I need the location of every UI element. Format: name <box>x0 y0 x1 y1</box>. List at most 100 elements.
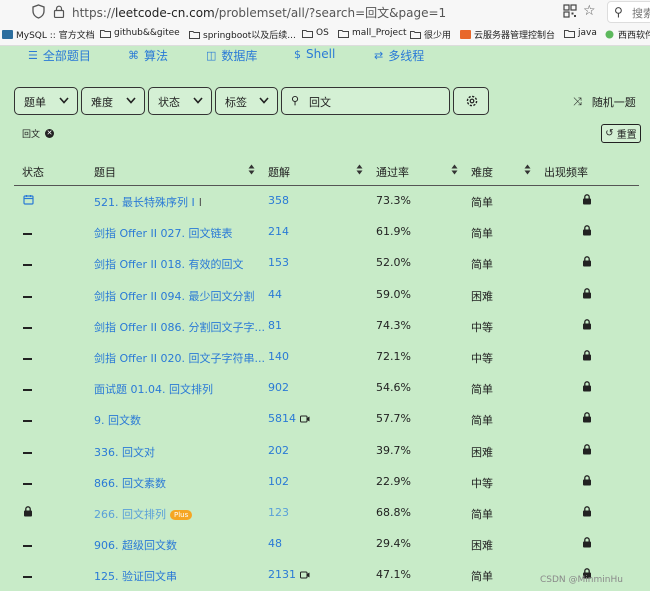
problem-title-link[interactable]: 剑指 Offer II 086. 分割回文子字... <box>94 319 265 335</box>
frequency-lock-icon[interactable] <box>582 256 592 270</box>
table-row[interactable]: 866. 回文素数 102 22.9% 中等 <box>0 467 650 498</box>
solutions-link[interactable]: 202 <box>268 444 289 457</box>
solutions-link[interactable]: 5814 <box>268 412 310 425</box>
frequency-lock-icon[interactable] <box>582 474 592 489</box>
bookmark-mall-project[interactable]: mall_Project <box>338 28 407 38</box>
bookmark-os[interactable]: OS <box>302 28 329 38</box>
bookmark-mysql[interactable]: MySQL :: 官方文档 <box>2 28 95 41</box>
table-row[interactable]: 906. 超级回文数 48 29.4% 困难 <box>0 529 650 560</box>
problem-search-input[interactable]: ⚲ 回文 <box>281 87 450 115</box>
tab-concurrency[interactable]: ⇄ 多线程 <box>374 47 424 64</box>
frequency-lock-icon[interactable] <box>582 506 592 520</box>
problem-title: 剑指 Offer II 086. 分割回文子字... <box>94 320 265 334</box>
tab-algorithms[interactable]: ⌘ 算法 <box>128 47 168 64</box>
sort-icon[interactable] <box>451 164 458 175</box>
shield-icon[interactable] <box>32 4 45 19</box>
table-row[interactable]: 剑指 Offer II 094. 最少回文分割 44 59.0% 困难 <box>0 280 650 311</box>
tab-all-problems[interactable]: ☰ 全部题目 <box>28 47 91 64</box>
problem-title-link[interactable]: 剑指 Offer II 020. 回文子字符串... <box>94 350 265 366</box>
table-row[interactable]: 剑指 Offer II 086. 分割回文子字... 81 74.3% 中等 <box>0 311 650 342</box>
problem-title-link[interactable]: 866. 回文素数 <box>94 475 166 491</box>
problem-title-link[interactable]: 906. 超级回文数 <box>94 537 177 553</box>
table-row[interactable]: 266. 回文排列 Plus 123 68.8% 简单 <box>0 498 650 529</box>
frequency-lock-icon[interactable] <box>582 287 592 302</box>
header-solutions[interactable]: 题解 <box>268 164 290 180</box>
frequency-lock-icon[interactable] <box>582 225 592 239</box>
solutions-link[interactable]: 123 <box>268 506 289 519</box>
bookmark-springboot[interactable]: springboot以及后续... <box>189 28 296 41</box>
table-row[interactable]: 剑指 Offer II 020. 回文子字符串... 140 72.1% 中等 <box>0 342 650 373</box>
solutions-link[interactable]: 44 <box>268 288 282 301</box>
acceptance-rate: 29.4% <box>376 537 411 551</box>
solutions-link[interactable]: 358 <box>268 194 289 207</box>
solutions-link[interactable]: 140 <box>268 350 289 363</box>
bookmark-rarely-used[interactable]: 很少用 <box>410 28 451 41</box>
list-dropdown[interactable]: 题单 <box>14 87 78 115</box>
table-row[interactable]: 剑指 Offer II 027. 回文链表 214 61.9% 简单 <box>0 217 650 248</box>
tags-dropdown[interactable]: 标签 <box>215 87 278 115</box>
problem-title-link[interactable]: 125. 验证回文串 <box>94 568 177 584</box>
solutions-link[interactable]: 2131 <box>268 568 310 581</box>
problem-title-link[interactable]: 266. 回文排列 Plus <box>94 506 193 522</box>
settings-button[interactable] <box>453 87 489 115</box>
frequency-lock-icon[interactable] <box>582 350 592 364</box>
problem-title-link[interactable]: 面试题 01.04. 回文排列 <box>94 381 213 397</box>
frequency-lock-icon[interactable] <box>582 194 592 208</box>
video-icon[interactable] <box>296 568 310 581</box>
frequency-lock-icon[interactable] <box>582 318 592 333</box>
header-acceptance[interactable]: 通过率 <box>376 164 409 180</box>
solutions-count: 123 <box>268 506 289 519</box>
bookmark-cloud-console[interactable]: 云服务器管理控制台 <box>460 28 555 41</box>
sort-icon[interactable] <box>524 164 531 175</box>
problem-title-link[interactable]: 9. 回文数 <box>94 412 141 428</box>
solutions-link[interactable]: 214 <box>268 225 289 238</box>
problem-title: 866. 回文素数 <box>94 476 166 490</box>
video-icon[interactable] <box>296 412 310 425</box>
table-row[interactable]: 面试题 01.04. 回文排列 902 54.6% 简单 <box>0 373 650 404</box>
bookmark-java[interactable]: java <box>564 28 597 38</box>
browser-search-box[interactable]: ⚲ 搜索 <box>607 1 650 23</box>
bookmark-xixi[interactable]: 西西软件 <box>604 28 650 41</box>
table-row[interactable]: 336. 回文对 202 39.7% 困难 <box>0 436 650 467</box>
lock-icon[interactable] <box>53 5 65 18</box>
problem-title-link[interactable]: 剑指 Offer II 018. 有效的回文 <box>94 256 244 272</box>
problem-title-link[interactable]: 剑指 Offer II 094. 最少回文分割 <box>94 288 255 304</box>
header-difficulty[interactable]: 难度 <box>471 164 493 180</box>
frequency-lock-icon[interactable] <box>582 412 592 426</box>
bookmark-github-gitee[interactable]: github&&gitee <box>100 28 180 38</box>
solutions-link[interactable]: 48 <box>268 537 282 550</box>
url-field[interactable]: https://leetcode-cn.com/problemset/all/?… <box>72 4 446 21</box>
header-frequency[interactable]: 出现频率 <box>544 164 588 180</box>
solutions-link[interactable]: 81 <box>268 319 282 332</box>
not-attempted-icon <box>23 545 32 548</box>
reset-button[interactable]: ↺ 重置 <box>601 124 641 143</box>
tab-shell[interactable]: $ Shell <box>294 47 335 61</box>
sort-icon[interactable] <box>356 164 363 175</box>
problem-title-link[interactable]: 521. 最长特殊序列 ⅠI <box>94 194 202 210</box>
solutions-count: 44 <box>268 287 282 301</box>
frequency-lock-icon[interactable] <box>582 537 592 551</box>
solutions-link[interactable]: 153 <box>268 256 289 269</box>
frequency-lock-icon[interactable] <box>582 381 592 395</box>
problem-title-link[interactable]: 剑指 Offer II 027. 回文链表 <box>94 225 233 241</box>
not-attempted-icon <box>23 326 32 329</box>
difficulty-dropdown[interactable]: 难度 <box>81 87 145 115</box>
not-attempted-icon <box>23 295 32 298</box>
random-problem-button[interactable]: ⤨ 随机一题 <box>573 94 636 110</box>
status-cell <box>23 288 32 301</box>
frequency-lock-icon[interactable] <box>582 443 592 458</box>
sort-icon[interactable] <box>248 164 255 175</box>
solutions-link[interactable]: 102 <box>268 475 289 488</box>
status-cell <box>23 194 34 208</box>
solutions-link[interactable]: 902 <box>268 381 289 394</box>
qr-code-icon[interactable] <box>563 4 577 18</box>
bookmark-star-icon[interactable]: ☆ <box>583 3 596 19</box>
header-title[interactable]: 题目 <box>94 164 116 180</box>
table-row[interactable]: 521. 最长特殊序列 Ⅰ I 358 73.3% 简单 <box>0 186 650 217</box>
table-row[interactable]: 剑指 Offer II 018. 有效的回文 153 52.0% 简单 <box>0 248 650 279</box>
status-dropdown[interactable]: 状态 <box>148 87 212 115</box>
problem-title-link[interactable]: 336. 回文对 <box>94 444 155 460</box>
close-icon[interactable]: ✕ <box>45 129 55 138</box>
table-row[interactable]: 9. 回文数 5814 57.7% 简单 <box>0 404 650 435</box>
tab-database[interactable]: ◫ 数据库 <box>206 47 257 64</box>
